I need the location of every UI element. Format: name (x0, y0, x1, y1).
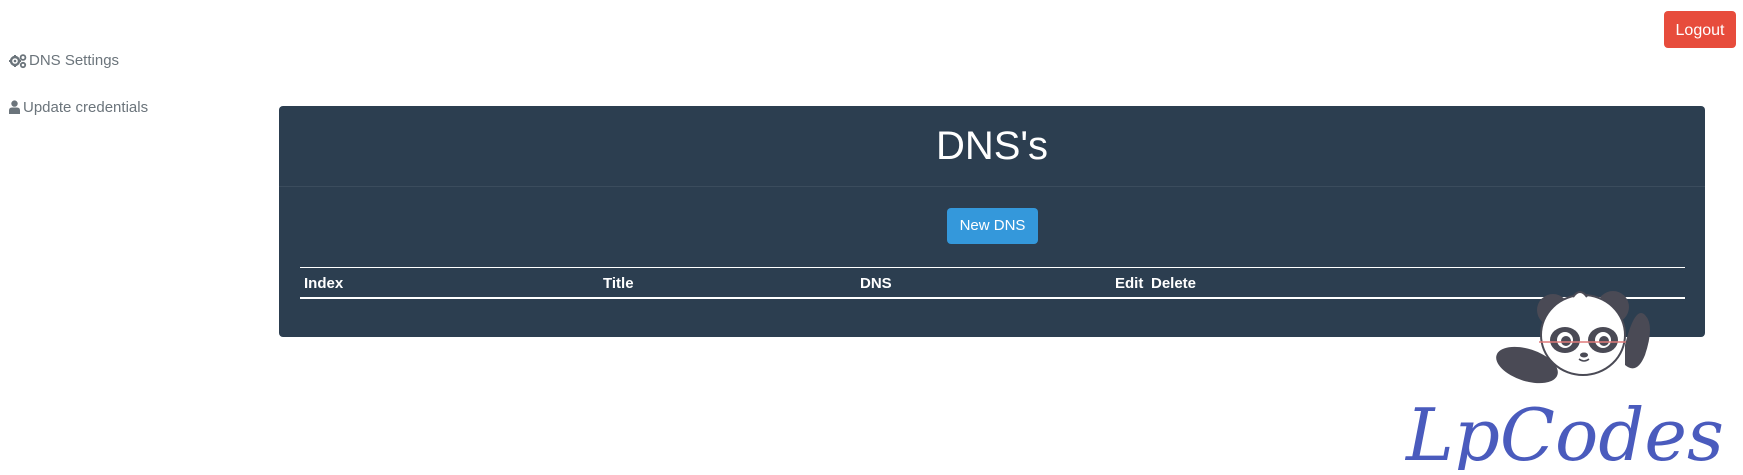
watermark-text: LpCodes (1405, 393, 1724, 470)
column-header-delete[interactable]: Delete (1151, 275, 1196, 292)
user-icon (9, 99, 21, 116)
column-header-dns[interactable]: DNS (860, 275, 892, 292)
sidebar-item-label: Update credentials (23, 99, 149, 116)
panda-mascot-icon: LpCodes (1404, 291, 1724, 475)
sidebar-item-label: DNS Settings (29, 52, 120, 69)
column-header-title[interactable]: Title (603, 275, 634, 292)
column-header-edit[interactable]: Edit (1115, 275, 1143, 292)
gears-icon (9, 53, 27, 69)
logout-button[interactable]: Logout (1664, 11, 1736, 48)
panel-heading: DNS's (279, 106, 1705, 187)
lpcodes-watermark: LpCodes (1404, 285, 1725, 475)
new-dns-button[interactable]: New DNS (947, 208, 1038, 244)
sidebar-item-dns-settings[interactable]: DNS Settings (9, 52, 119, 69)
column-header-index[interactable]: Index (304, 275, 343, 292)
page-title: DNS's (935, 124, 1049, 168)
sidebar-item-update-credentials[interactable]: Update credentials (9, 99, 148, 116)
